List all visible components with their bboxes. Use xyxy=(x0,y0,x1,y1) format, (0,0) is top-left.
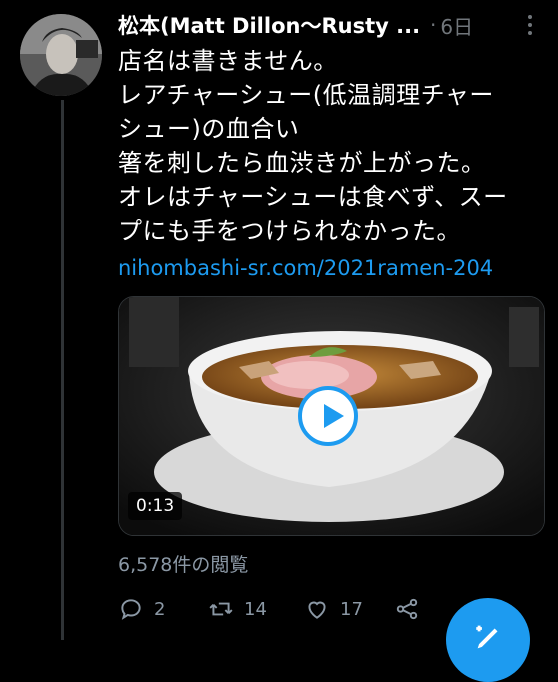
tweet-link[interactable]: nihombashi-sr.com/2021ramen-204 xyxy=(118,256,548,280)
retweet-count: 14 xyxy=(244,598,267,620)
tweet-line: レアチャーシュー(低温調理チャー xyxy=(118,81,494,109)
retweet-icon xyxy=(209,602,233,616)
tweet-line: オレはチャーシューは食べず、スー xyxy=(118,183,508,211)
compose-icon xyxy=(476,625,498,649)
tweet-line: シュー)の血合い xyxy=(118,115,300,143)
more-options-icon[interactable] xyxy=(520,12,540,38)
like-button[interactable]: 17 xyxy=(304,596,394,622)
video-duration: 0:13 xyxy=(128,492,183,520)
thread-line xyxy=(61,100,64,640)
like-count: 17 xyxy=(340,598,363,620)
heart-icon xyxy=(308,601,326,619)
tweet-line: 店名は書きません。 xyxy=(118,47,338,75)
play-button[interactable] xyxy=(298,386,358,446)
tweet-header: 松本(Matt Dillon〜Rusty ... · 6日 xyxy=(118,10,544,40)
avatar-image xyxy=(20,14,102,96)
reply-icon xyxy=(121,599,141,620)
share-icon xyxy=(396,598,418,620)
share-button[interactable] xyxy=(394,596,434,622)
tweet-text: 店名は書きません。 レアチャーシュー(低温調理チャー シュー)の血合い 箸を刺し… xyxy=(118,44,548,248)
reply-button[interactable]: 2 xyxy=(118,596,208,622)
separator-dot: · xyxy=(430,13,437,37)
timestamp[interactable]: 6日 xyxy=(440,11,473,40)
retweet-button[interactable]: 14 xyxy=(208,596,304,622)
reply-count: 2 xyxy=(154,598,166,620)
author-name[interactable]: 松本(Matt Dillon〜Rusty ... xyxy=(118,10,418,40)
avatar[interactable] xyxy=(20,14,102,96)
tweet-line: 箸を刺したら血渋きが上がった。 xyxy=(118,149,486,177)
tweet-line: プにも手をつけられなかった。 xyxy=(118,217,461,245)
view-count[interactable]: 6,578件の閲覧 xyxy=(118,550,248,577)
compose-tweet-button[interactable] xyxy=(446,598,530,682)
